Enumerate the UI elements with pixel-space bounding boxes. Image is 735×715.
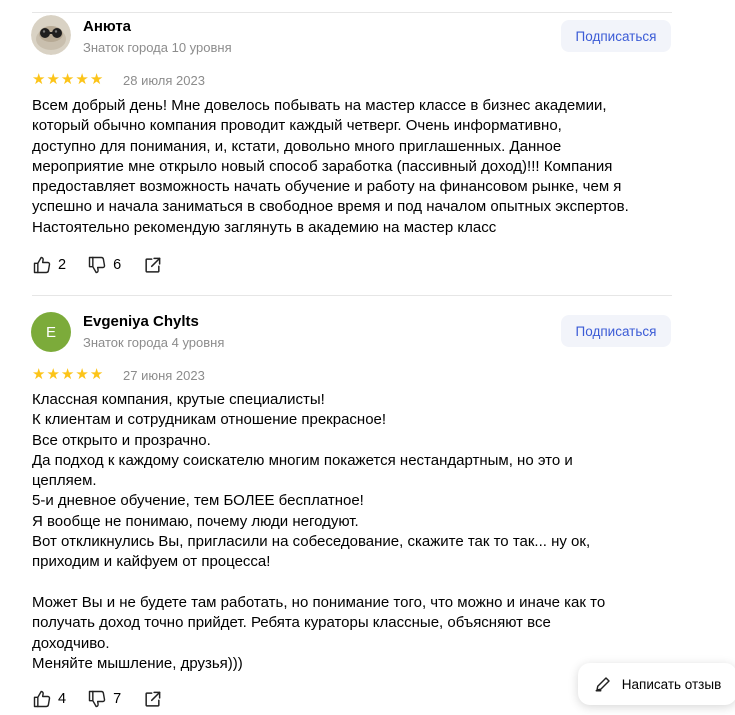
rating-stars: ★ ★ ★ ★ ★	[32, 367, 103, 382]
author-name[interactable]: Анюта	[83, 18, 131, 35]
write-review-button[interactable]: Написать отзыв	[578, 663, 735, 705]
thumb-up-icon	[33, 690, 51, 708]
dislike-count: 7	[113, 691, 122, 707]
share-button[interactable]	[143, 690, 162, 709]
star-icon: ★	[46, 71, 60, 88]
review-text: Классная компания, крутые специалисты! К…	[32, 391, 606, 672]
star-icon: ★	[89, 71, 104, 88]
review-date: 28 июля 2023	[123, 73, 205, 88]
dislike-count: 6	[113, 257, 122, 273]
avatar[interactable]: E	[31, 312, 71, 352]
star-icon: ★	[75, 71, 89, 88]
star-icon: ★	[89, 366, 104, 383]
review-text: Всем добрый день! Мне довелось побывать …	[32, 97, 629, 236]
star-icon: ★	[32, 71, 46, 88]
avatar[interactable]	[31, 15, 71, 55]
pencil-icon	[594, 675, 612, 693]
share-icon	[145, 691, 161, 707]
share-icon	[145, 257, 161, 273]
like-button[interactable]: 2	[32, 255, 66, 275]
like-count: 2	[58, 257, 67, 273]
avatar-photo-icon	[31, 15, 71, 55]
subscribe-button[interactable]: Подписаться	[561, 20, 671, 52]
dislike-button[interactable]: 6	[87, 255, 121, 275]
author-level: Знаток города 10 уровня	[83, 40, 232, 55]
rating-stars: ★ ★ ★ ★ ★	[32, 72, 103, 87]
star-icon: ★	[46, 366, 60, 383]
author-name[interactable]: Evgeniya Chylts	[83, 313, 199, 330]
review-actions: 2 6	[32, 255, 162, 275]
review-divider	[32, 295, 672, 296]
like-count: 4	[58, 691, 67, 707]
thumb-down-icon	[88, 256, 106, 274]
write-review-label: Написать отзыв	[621, 676, 722, 692]
author-level: Знаток города 4 уровня	[83, 335, 225, 350]
subscribe-button[interactable]: Подписаться	[561, 315, 671, 347]
share-button[interactable]	[143, 256, 162, 275]
thumb-up-icon	[33, 256, 51, 274]
like-button[interactable]: 4	[32, 689, 66, 709]
top-divider	[32, 12, 672, 13]
thumb-down-icon	[88, 690, 106, 708]
star-icon: ★	[60, 366, 75, 383]
dislike-button[interactable]: 7	[87, 689, 121, 709]
star-icon: ★	[75, 366, 89, 383]
star-icon: ★	[60, 71, 75, 88]
review-date: 27 июня 2023	[123, 368, 205, 383]
star-icon: ★	[32, 366, 46, 383]
review-actions: 4 7	[32, 689, 162, 709]
